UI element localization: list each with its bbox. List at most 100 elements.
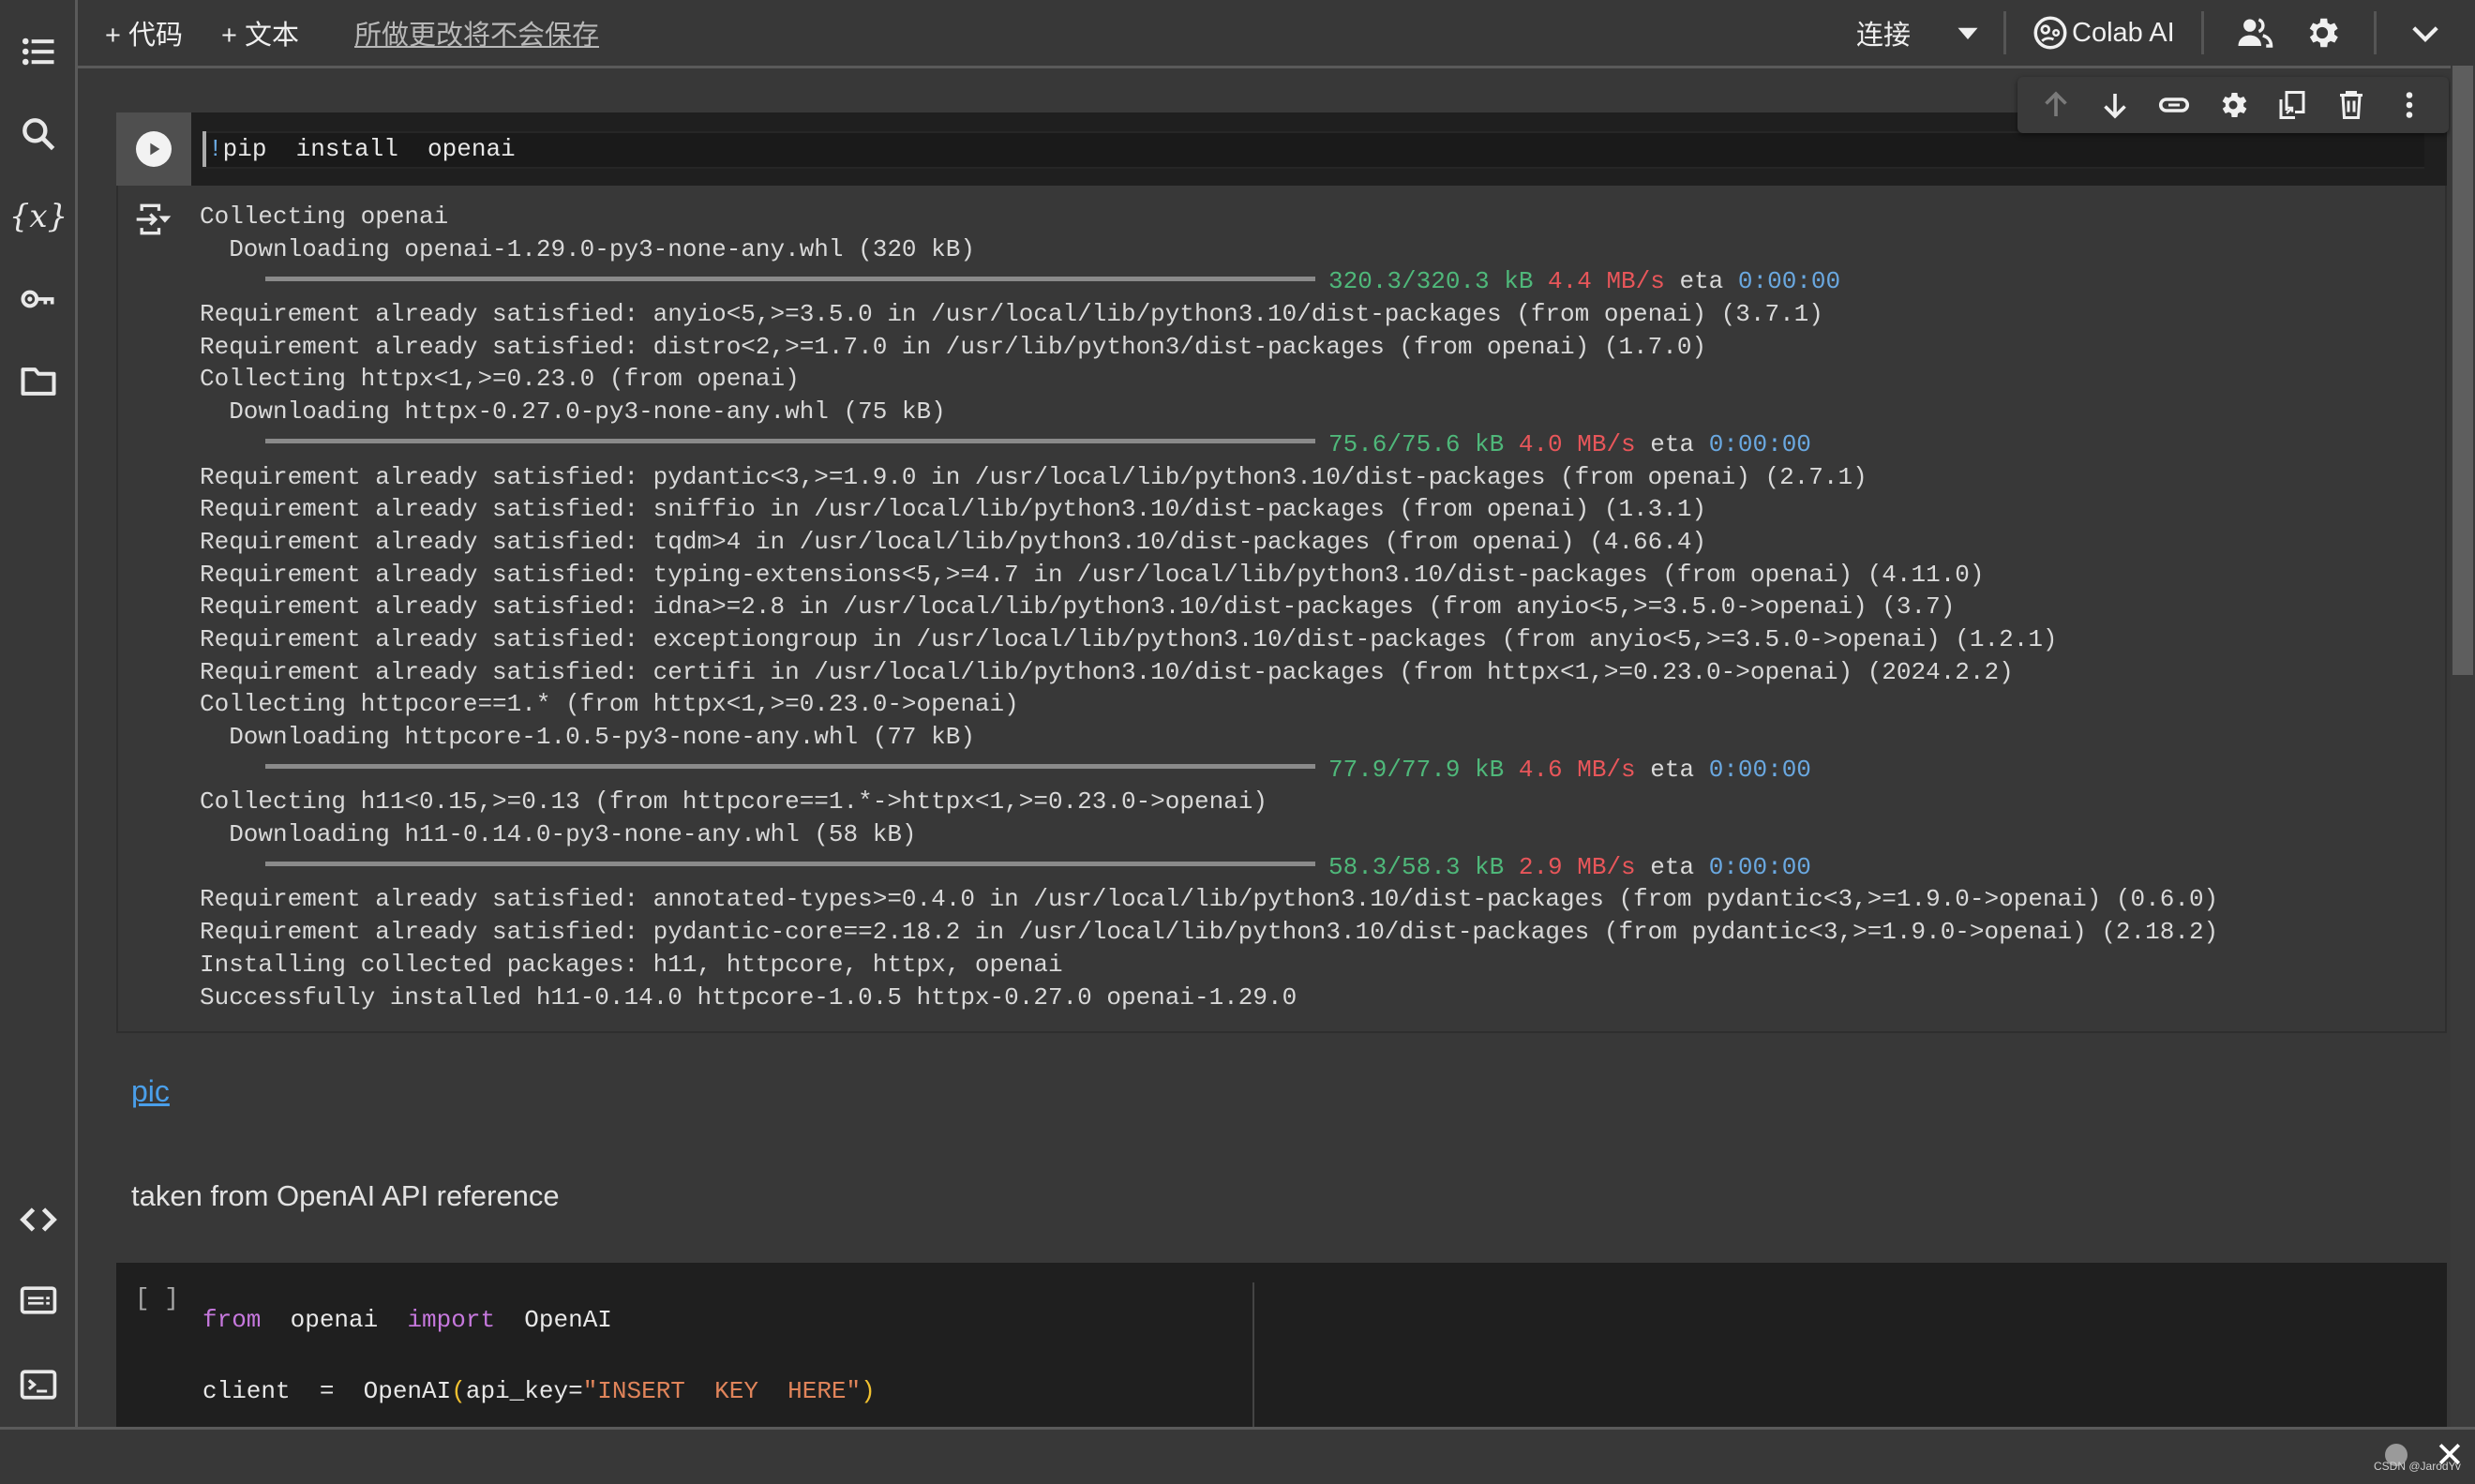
run-gutter: [116, 112, 191, 186]
table-of-contents-icon[interactable]: [17, 30, 60, 73]
link-icon[interactable]: [2155, 86, 2193, 124]
code-command: pip install openai: [222, 135, 516, 163]
progress-size: 320.3/320.3 kB: [1328, 267, 1534, 296]
code-editor-2[interactable]: from openai import OpenAI client = OpenAI…: [202, 1284, 876, 1427]
code-snippets-icon[interactable]: [17, 1198, 60, 1241]
current-line-highlight: [202, 131, 2424, 169]
progress-size: 77.9/77.9 kB: [1328, 755, 1505, 784]
progress-eta-label: eta: [1635, 429, 1709, 458]
collapse-header-chevron-icon[interactable]: [2404, 11, 2447, 54]
watermark: CSDN @JarodYv: [2374, 1460, 2461, 1473]
output-line: Installing collected packages: h11, http…: [200, 950, 1063, 979]
output-line: Requirement already satisfied: pydantic-…: [200, 918, 2219, 947]
progress-eta: 0:00:00: [1708, 755, 1811, 784]
download-progress-line: 320.3/320.3 kB 4.4 MB/s eta 0:00:00: [200, 265, 2218, 298]
editor-ruler: [1252, 1282, 1254, 1427]
connect-dropdown-icon[interactable]: [1946, 11, 1989, 54]
progress-eta-label: eta: [1664, 267, 1738, 296]
colab-ai-button[interactable]: Colab AI: [2072, 13, 2175, 52]
string-literal: "INSERT KEY HERE": [582, 1377, 862, 1405]
mirror-cell-icon[interactable]: [2273, 86, 2311, 124]
progress-speed: 4.0 MB/s: [1518, 429, 1636, 458]
progress-eta-label: eta: [1635, 755, 1709, 784]
output-line: Requirement already satisfied: pydantic<…: [200, 462, 1868, 491]
progress-eta: 0:00:00: [1708, 429, 1811, 458]
output-line: Requirement already satisfied: certifi i…: [200, 657, 2014, 686]
code-line-pip-install[interactable]: !pip install openai: [208, 133, 516, 165]
progress-eta-label: eta: [1635, 852, 1709, 881]
progress-eta: 0:00:00: [1737, 267, 1841, 296]
code-assignment: client = OpenAI: [202, 1377, 452, 1405]
code-line-import: from openai import OpenAI: [202, 1284, 876, 1356]
progress-speed: 4.6 MB/s: [1518, 755, 1636, 784]
markdown-text: taken from OpenAI API reference: [131, 1179, 560, 1212]
toolbar-divider: [2374, 11, 2377, 54]
imported-name: OpenAI: [495, 1306, 612, 1334]
files-folder-icon[interactable]: [17, 360, 60, 403]
output-line: Requirement already satisfied: annotated…: [200, 885, 2219, 914]
add-code-button[interactable]: + 代码: [105, 13, 183, 52]
connect-button[interactable]: 连接: [1856, 13, 1911, 52]
toolbar-divider: [2201, 11, 2204, 54]
open-paren: (: [451, 1377, 466, 1405]
output-line: Downloading openai-1.29.0-py3-none-any.w…: [200, 234, 975, 263]
share-people-icon[interactable]: [2233, 11, 2276, 54]
module-name: openai: [261, 1306, 408, 1334]
argument-name: api_key=: [465, 1377, 583, 1405]
output-line: Requirement already satisfied: typing-ex…: [200, 560, 1985, 589]
progress-size: 75.6/75.6 kB: [1328, 429, 1505, 458]
toolbar-divider: [2003, 11, 2006, 54]
add-text-button[interactable]: + 文本: [221, 13, 299, 52]
search-icon[interactable]: [17, 112, 60, 156]
variables-icon[interactable]: {x}: [9, 195, 68, 238]
text-cursor: [202, 131, 206, 167]
settings-icon[interactable]: [2214, 86, 2252, 124]
download-progress-line: 75.6/75.6 kB 4.0 MB/s eta 0:00:00: [200, 428, 2218, 461]
status-bar: [0, 1427, 2475, 1484]
progress-bar: [265, 764, 1315, 770]
terminal-icon[interactable]: [17, 1363, 60, 1406]
move-up-icon[interactable]: [2037, 86, 2075, 124]
unsaved-changes-link[interactable]: 所做更改将不会保存: [354, 13, 599, 52]
download-progress-line: 58.3/58.3 kB 2.9 MB/s eta 0:00:00: [200, 851, 2218, 884]
progress-bar: [265, 277, 1315, 281]
command-palette-icon[interactable]: [17, 1279, 60, 1322]
run-cell-button[interactable]: [136, 131, 172, 167]
progress-size: 58.3/58.3 kB: [1328, 852, 1505, 881]
keyword-import: import: [407, 1306, 496, 1334]
output-line: Requirement already satisfied: tqdm>4 in…: [200, 527, 1707, 556]
colab-ai-icon[interactable]: [2029, 11, 2072, 54]
output-line: Successfully installed h11-0.14.0 httpco…: [200, 982, 1298, 1012]
run-cell-bracket[interactable]: [ ]: [135, 1284, 179, 1312]
download-progress-line: 77.9/77.9 kB 4.6 MB/s eta 0:00:00: [200, 754, 2218, 787]
settings-gear-icon[interactable]: [2301, 11, 2344, 54]
progress-bar: [265, 439, 1315, 444]
progress-eta: 0:00:00: [1708, 852, 1811, 881]
progress-bar: [265, 862, 1315, 867]
output-line: Requirement already satisfied: exception…: [200, 624, 2058, 653]
shell-bang: !: [208, 135, 223, 163]
keyword-from: from: [202, 1306, 262, 1334]
cell-toolbar: [2018, 77, 2449, 133]
more-options-icon[interactable]: [2391, 86, 2428, 124]
pic-link[interactable]: pic: [131, 1074, 170, 1109]
delete-icon[interactable]: [2332, 86, 2370, 124]
output-actions-icon[interactable]: [133, 199, 174, 240]
scrollbar-thumb[interactable]: [2452, 66, 2473, 675]
output-line: Downloading h11-0.14.0-py3-none-any.whl …: [200, 820, 917, 849]
secrets-key-icon[interactable]: [17, 277, 60, 321]
output-line: Requirement already satisfied: idna>=2.8…: [200, 592, 1956, 622]
cell-output: Collecting openai Downloading openai-1.2…: [200, 201, 2218, 1013]
output-line: Requirement already satisfied: anyio<5,>…: [200, 300, 1823, 329]
code-line-client: client = OpenAI(api_key="INSERT KEY HERE…: [202, 1356, 876, 1427]
output-line: Collecting openai: [200, 202, 449, 231]
move-down-icon[interactable]: [2096, 86, 2134, 124]
output-line: Collecting httpcore==1.* (from httpx<1,>…: [200, 690, 1019, 719]
progress-speed: 2.9 MB/s: [1518, 852, 1636, 881]
close-paren: ): [861, 1377, 876, 1405]
output-line: Collecting httpx<1,>=0.23.0 (from openai…: [200, 365, 800, 394]
output-line: Requirement already satisfied: sniffio i…: [200, 495, 1707, 524]
output-line: Collecting h11<0.15,>=0.13 (from httpcor…: [200, 787, 1268, 817]
output-line: Downloading httpx-0.27.0-py3-none-any.wh…: [200, 397, 946, 427]
output-line: Requirement already satisfied: distro<2,…: [200, 332, 1707, 361]
